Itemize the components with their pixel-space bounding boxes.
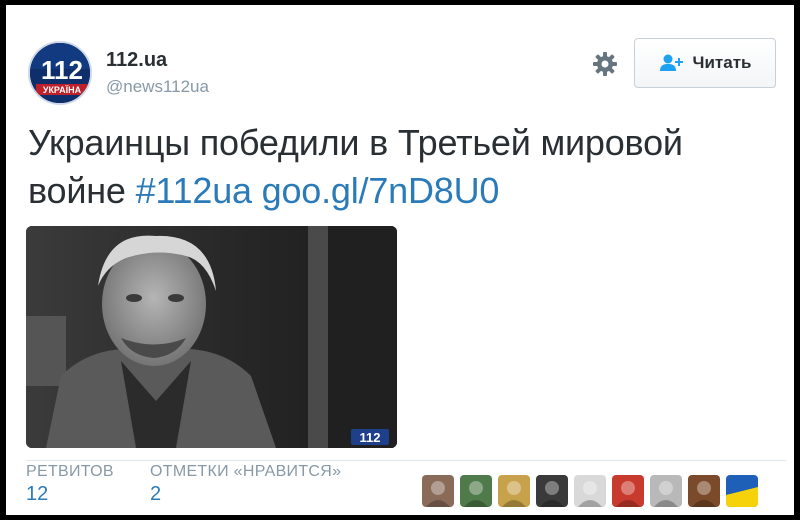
liker-avatar-4[interactable] xyxy=(536,475,568,507)
likes-label: ОТМЕТКИ «НРАВИТСЯ» xyxy=(150,463,342,480)
add-user-icon xyxy=(659,54,683,71)
liker-avatar-1[interactable] xyxy=(422,475,454,507)
account-avatar[interactable]: 112 УКРАЇНА xyxy=(28,41,92,105)
liker-avatar-8[interactable] xyxy=(688,475,720,507)
follow-label: Читать xyxy=(692,53,752,72)
likes-stat[interactable]: ОТМЕТКИ «НРАВИТСЯ» 2 xyxy=(150,463,341,506)
retweets-label: РЕТВИТОВ xyxy=(26,463,114,480)
tweet-card: 112 УКРАЇНА 112.ua @news112ua Читать Укр… xyxy=(6,5,794,515)
settings-button[interactable] xyxy=(590,49,620,79)
hashtag-link[interactable]: #112ua xyxy=(136,170,252,211)
liker-avatar-9[interactable] xyxy=(726,475,758,507)
follow-button[interactable]: Читать xyxy=(634,38,776,88)
url-link[interactable]: goo.gl/7nD8U0 xyxy=(262,170,500,211)
logo-number: 112 xyxy=(41,55,83,85)
stats-divider xyxy=(26,460,786,461)
liker-avatar-3[interactable] xyxy=(498,475,530,507)
liker-avatar-2[interactable] xyxy=(460,475,492,507)
likers-list xyxy=(422,475,758,507)
liker-avatar-5[interactable] xyxy=(574,475,606,507)
tweet-photo[interactable]: 112 xyxy=(26,226,397,448)
account-handle[interactable]: @news112ua xyxy=(106,77,209,97)
retweets-count: 12 xyxy=(26,483,49,505)
retweets-stat[interactable]: РЕТВИТОВ 12 xyxy=(26,463,114,506)
account-name[interactable]: 112.ua xyxy=(106,49,167,72)
likes-count: 2 xyxy=(150,483,162,505)
logo-subtitle: УКРАЇНА xyxy=(43,85,82,95)
tweet-text: Украинцы победили в Третьей мировой войн… xyxy=(28,119,768,215)
liker-avatar-6[interactable] xyxy=(612,475,644,507)
liker-avatar-7[interactable] xyxy=(650,475,682,507)
gear-icon xyxy=(593,52,617,76)
photo-watermark: 112 xyxy=(360,430,381,445)
